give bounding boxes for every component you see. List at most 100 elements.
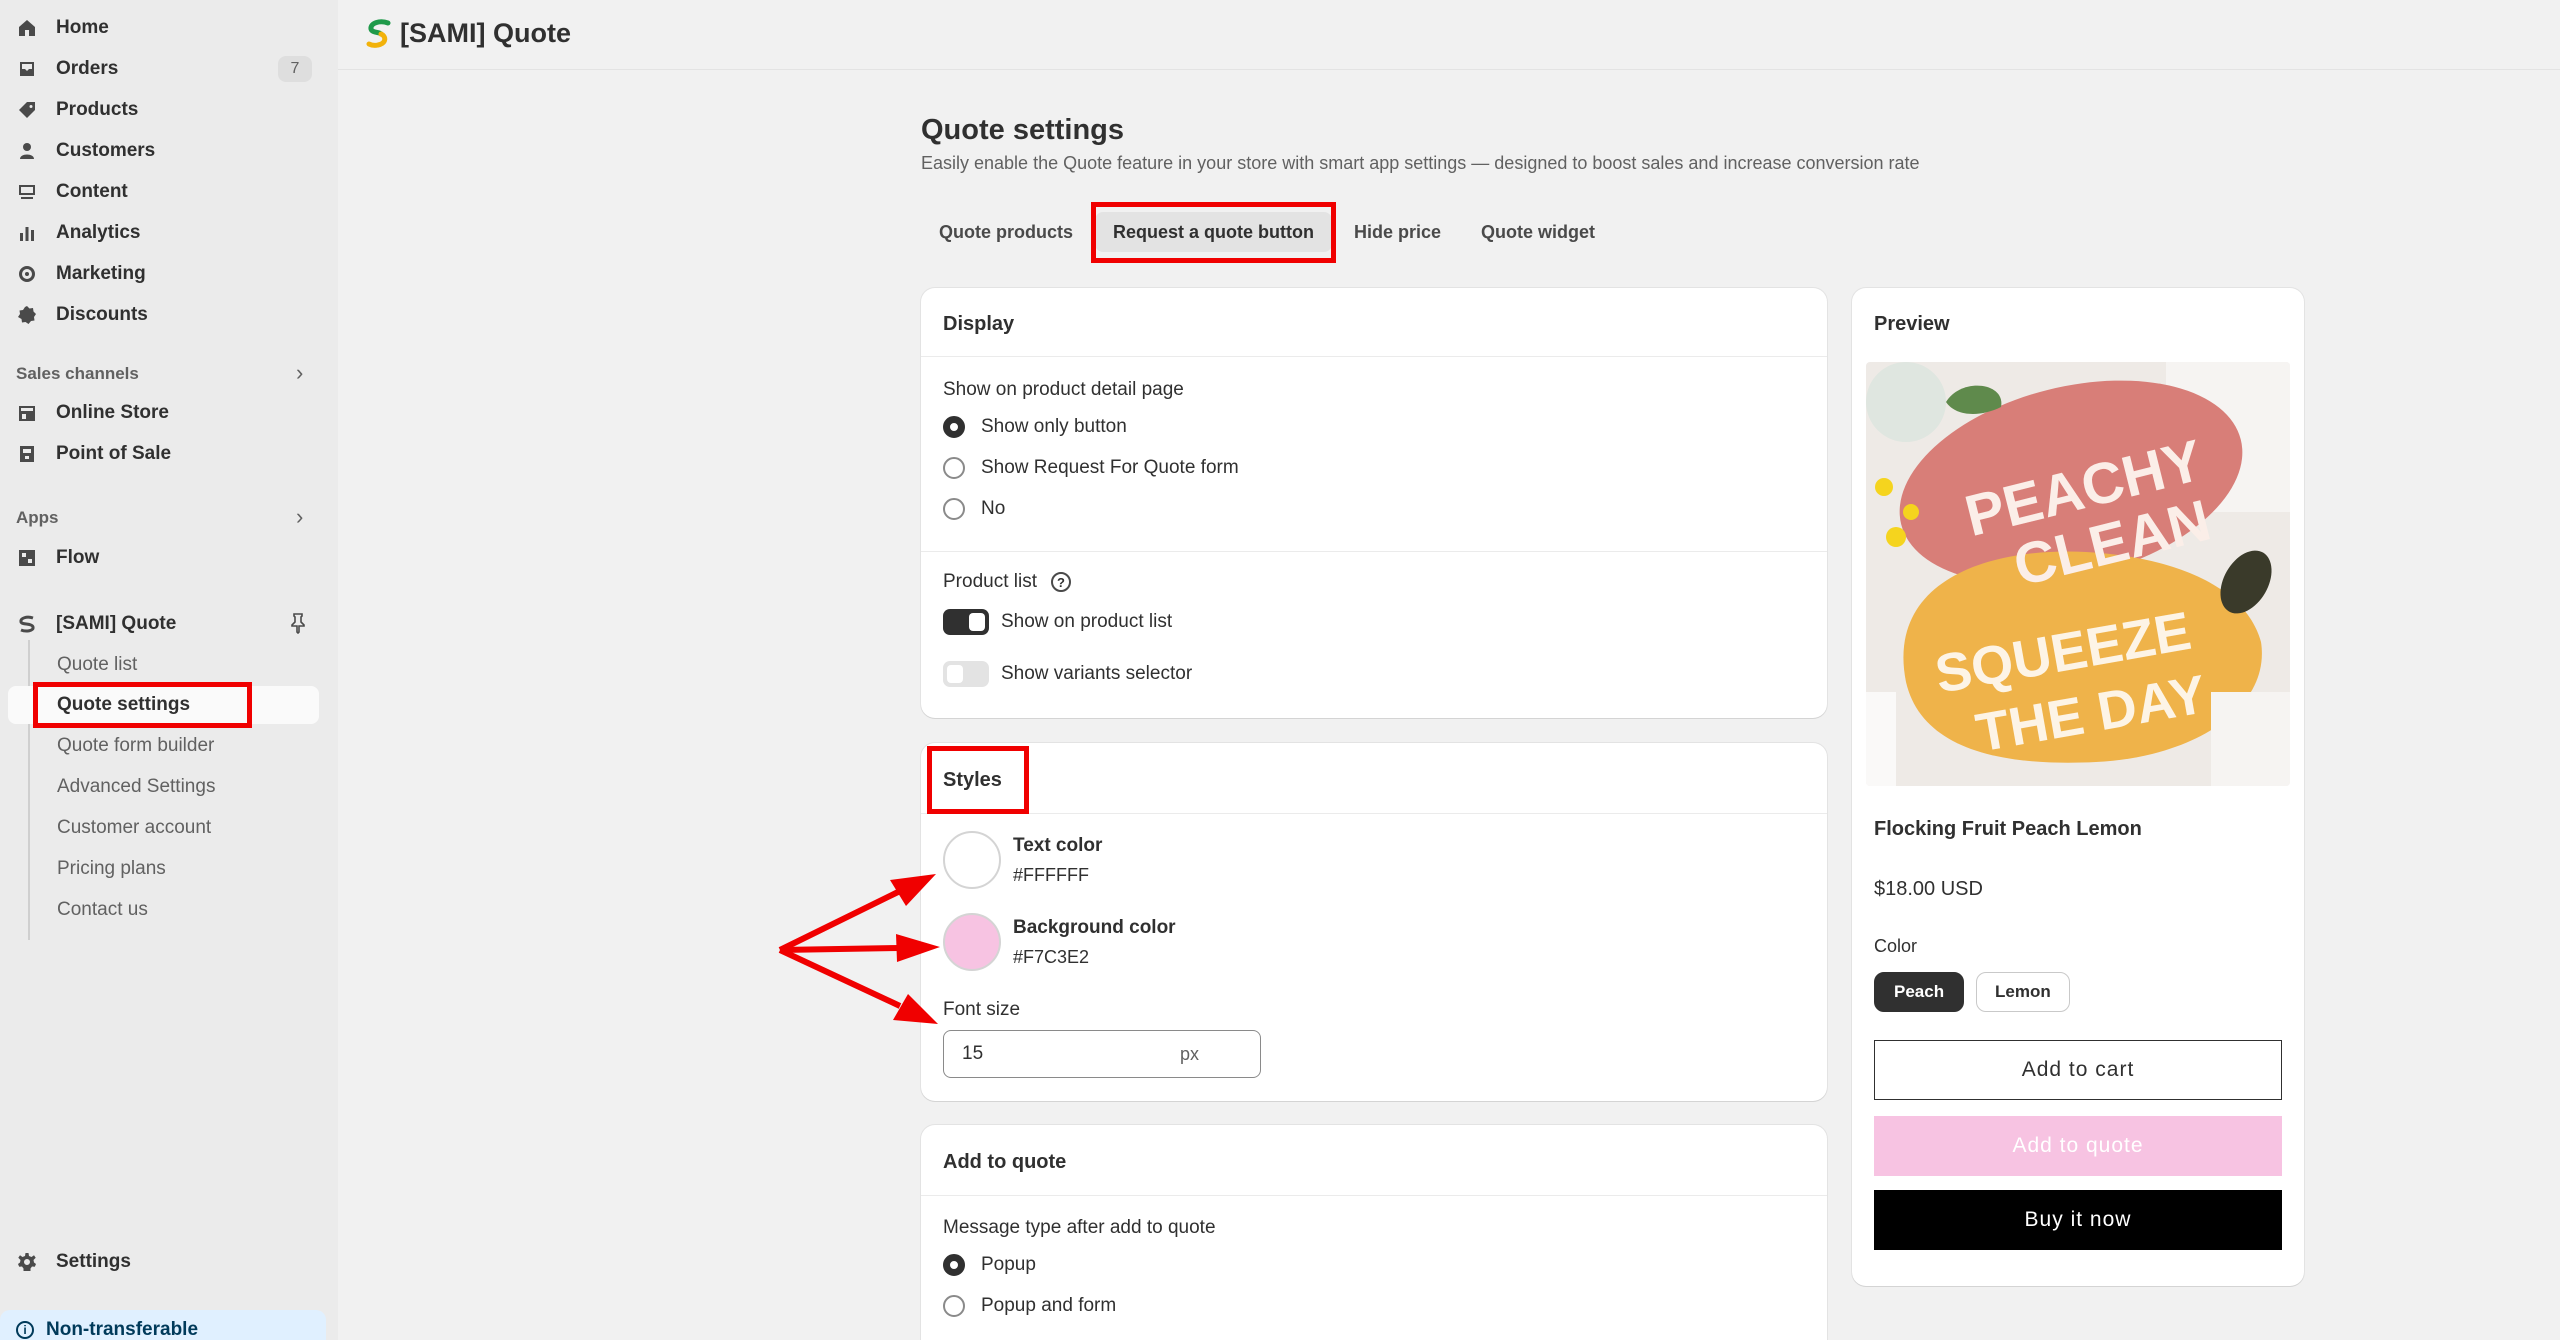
add-to-cart-button[interactable]: Add to cart [1874, 1040, 2282, 1100]
orders-count-badge: 7 [278, 56, 312, 82]
buy-it-now-button[interactable]: Buy it now [1874, 1190, 2282, 1250]
radio-no[interactable]: No [943, 498, 1005, 520]
tab-hide-price[interactable]: Hide price [1336, 212, 1459, 252]
sidebar-item-label: Home [56, 17, 109, 38]
color-label: Color [1874, 936, 1918, 956]
sidebar-item-marketing[interactable]: Marketing [16, 256, 146, 292]
text-color-label: Text color [1013, 835, 1103, 856]
divider [921, 813, 1827, 814]
sidebar: Home Orders 7 Products Customers Content… [0, 0, 338, 1340]
product-image: PEACHY CLEAN SQUEEZE THE DAY [1866, 362, 2290, 786]
tree-line [28, 640, 30, 940]
highlight-request-quote-tab [1091, 202, 1336, 263]
sidebar-item-orders[interactable]: Orders [16, 51, 118, 87]
apps-heading[interactable]: Apps [16, 508, 59, 528]
sidebar-item-flow[interactable]: Flow [16, 540, 99, 576]
font-size-field[interactable]: px [943, 1030, 1261, 1078]
divider [921, 1195, 1827, 1196]
background-color-swatch[interactable] [943, 913, 1001, 971]
sidebar-subitem-contact-us[interactable]: Contact us [57, 899, 148, 921]
sidebar-item-label: Point of Sale [56, 443, 172, 464]
background-color-label: Background color [1013, 917, 1176, 938]
sidebar-item-label: Marketing [56, 263, 146, 284]
sidebar-item-settings[interactable]: Settings [16, 1244, 131, 1280]
sidebar-item-customers[interactable]: Customers [16, 133, 155, 169]
chevron-right-icon[interactable]: › [296, 360, 303, 386]
help-icon[interactable]: ? [1050, 572, 1071, 592]
sidebar-item-products[interactable]: Products [16, 92, 138, 128]
sales-channels-heading[interactable]: Sales channels [16, 364, 139, 384]
content-icon [16, 181, 38, 203]
page-title: Quote settings [921, 114, 1125, 146]
toggle-switch[interactable] [943, 609, 989, 635]
sidebar-subitem-customer-account[interactable]: Customer account [57, 817, 211, 839]
sidebar-item-online-store[interactable]: Online Store [16, 395, 169, 431]
display-card-title: Display [943, 313, 1015, 335]
radio-label: Show only button [981, 416, 1127, 437]
sidebar-item-point-of-sale[interactable]: Point of Sale [16, 436, 171, 472]
orders-icon [16, 58, 38, 80]
app-title-text: [SAMI] Quote [400, 18, 571, 48]
background-color-value: #F7C3E2 [1013, 947, 1090, 967]
toggle-show-variants-selector[interactable]: Show variants selector [943, 661, 1192, 687]
sidebar-item-content[interactable]: Content [16, 174, 128, 210]
pdp-label: Show on product detail page [943, 379, 1184, 400]
radio-show-only-button[interactable]: Show only button [943, 416, 1127, 438]
discount-icon [16, 304, 38, 326]
sidebar-item-analytics[interactable]: Analytics [16, 215, 140, 251]
radio-indicator[interactable] [943, 498, 965, 520]
radio-show-rfq-form[interactable]: Show Request For Quote form [943, 457, 1239, 479]
radio-popup[interactable]: Popup [943, 1254, 1036, 1276]
toggle-switch[interactable] [943, 661, 989, 687]
person-icon [16, 140, 38, 162]
font-size-label: Font size [943, 999, 1021, 1020]
sidebar-item-label: Content [56, 181, 128, 202]
sidebar-item-sami-quote[interactable]: [SAMI] Quote [16, 606, 176, 642]
add-to-quote-card: Add to quote Message type after add to q… [921, 1125, 1827, 1340]
radio-indicator[interactable] [943, 1295, 965, 1317]
radio-label: No [981, 498, 1006, 519]
radio-indicator[interactable] [943, 1254, 965, 1276]
radio-indicator[interactable] [943, 457, 965, 479]
sidebar-subitem-advanced-settings[interactable]: Advanced Settings [57, 776, 215, 798]
toggle-show-on-product-list[interactable]: Show on product list [943, 609, 1172, 635]
sidebar-item-label: [SAMI] Quote [56, 613, 177, 634]
add-to-quote-card-title: Add to quote [943, 1151, 1067, 1173]
add-to-quote-button[interactable]: Add to quote [1874, 1116, 2282, 1176]
sidebar-item-label: Discounts [56, 304, 148, 325]
product-list-label: Product list [943, 571, 1037, 592]
font-size-input[interactable] [944, 1043, 1144, 1065]
non-transferable-banner[interactable]: i Non-transferable [0, 1310, 326, 1340]
toggle-label: Show variants selector [1001, 663, 1193, 684]
tab-quote-products[interactable]: Quote products [921, 212, 1091, 252]
info-icon: i [16, 1321, 34, 1339]
preview-card: Preview PEACHY CLEAN SQUEEZE THE DAY Flo… [1852, 288, 2304, 1286]
radio-popup-and-form[interactable]: Popup and form [943, 1295, 1116, 1317]
gear-icon [16, 1251, 38, 1273]
chevron-right-icon[interactable]: › [296, 504, 303, 530]
annotation-arrows [778, 874, 940, 1024]
message-type-label: Message type after add to quote [943, 1217, 1216, 1238]
sidebar-item-home[interactable]: Home [16, 10, 109, 46]
app-topbar: [SAMI] Quote [338, 0, 2560, 70]
sidebar-subitem-pricing-plans[interactable]: Pricing plans [57, 858, 166, 880]
pin-icon[interactable] [288, 612, 308, 635]
radio-indicator[interactable] [943, 416, 965, 438]
sidebar-subitem-quote-list[interactable]: Quote list [57, 654, 137, 676]
product-photo: PEACHY CLEAN SQUEEZE THE DAY [1866, 362, 2290, 786]
target-icon [16, 263, 38, 285]
radio-label: Popup [981, 1254, 1036, 1275]
text-color-swatch[interactable] [943, 831, 1001, 889]
non-transferable-label: Non-transferable [46, 1319, 199, 1340]
highlight-quote-settings [33, 682, 252, 728]
color-option-lemon[interactable]: Lemon [1976, 972, 2070, 1012]
flow-icon [16, 547, 38, 569]
sidebar-subitem-quote-form-builder[interactable]: Quote form builder [57, 735, 214, 757]
color-option-peach[interactable]: Peach [1874, 972, 1965, 1012]
sidebar-item-label: Settings [56, 1251, 131, 1272]
app-logo-icon [16, 613, 38, 635]
sidebar-item-label: Customers [56, 140, 156, 161]
tab-quote-widget[interactable]: Quote widget [1463, 212, 1613, 252]
sidebar-item-discounts[interactable]: Discounts [16, 297, 148, 333]
styles-card: Styles Text color #FFFFFF Background col… [921, 743, 1827, 1101]
